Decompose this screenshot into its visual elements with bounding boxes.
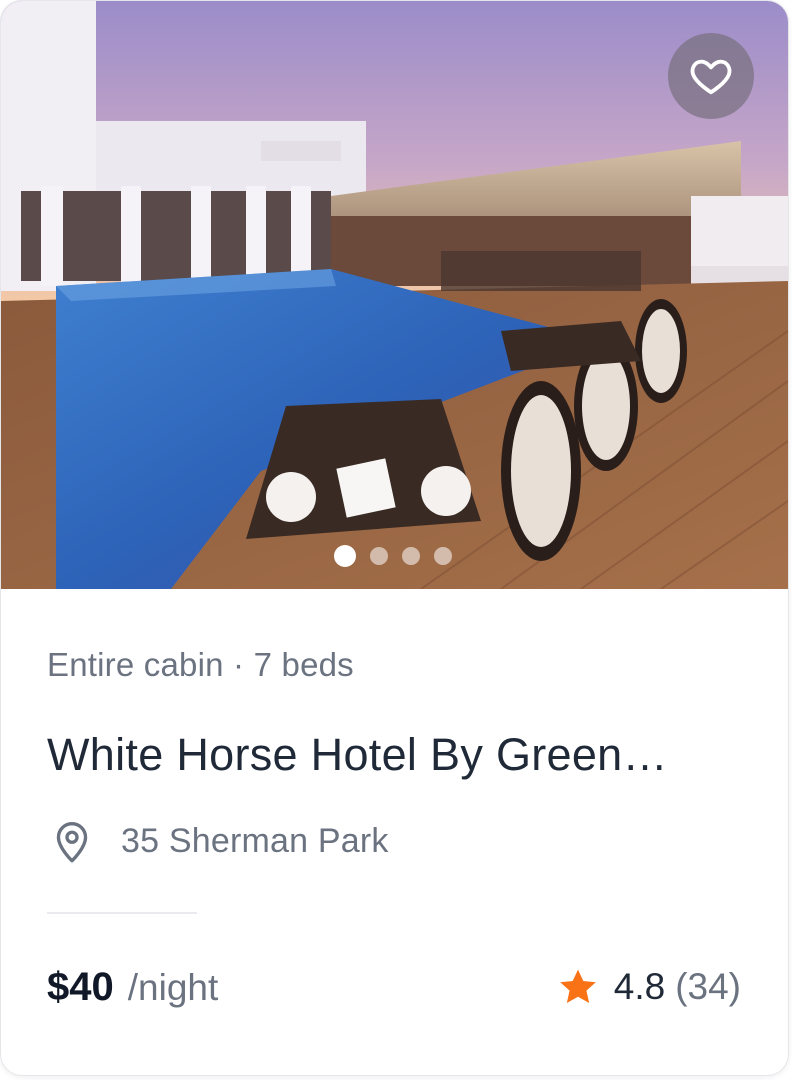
carousel-dot-1[interactable] xyxy=(334,545,356,567)
listing-title[interactable]: White Horse Hotel By Green… xyxy=(47,729,747,781)
listing-meta: Entire cabin · 7 beds xyxy=(47,646,354,683)
listing-address: 35 Sherman Park xyxy=(121,821,389,860)
listing-card[interactable]: Entire cabin · 7 beds White Horse Hotel … xyxy=(0,0,789,1076)
review-count: (34) xyxy=(675,966,741,1007)
map-pin-icon xyxy=(56,822,88,863)
carousel-dot-2[interactable] xyxy=(370,547,388,565)
favorite-button[interactable] xyxy=(668,33,754,119)
heart-outline-icon xyxy=(690,59,732,95)
rating-score: 4.8 xyxy=(613,966,666,1007)
listing-location: 35 Sherman Park xyxy=(47,816,389,866)
price-amount: $40 xyxy=(47,965,114,1009)
carousel-dot-3[interactable] xyxy=(402,547,420,565)
carousel-indicators xyxy=(334,545,452,567)
listing-photo[interactable] xyxy=(1,1,788,589)
listing-price: $40 /night xyxy=(47,965,218,1010)
carousel-dot-4[interactable] xyxy=(434,547,452,565)
listing-rating: 4.8 (34) xyxy=(556,965,741,1009)
price-unit: /night xyxy=(127,967,219,1008)
star-icon xyxy=(559,969,596,1003)
divider xyxy=(47,912,197,914)
